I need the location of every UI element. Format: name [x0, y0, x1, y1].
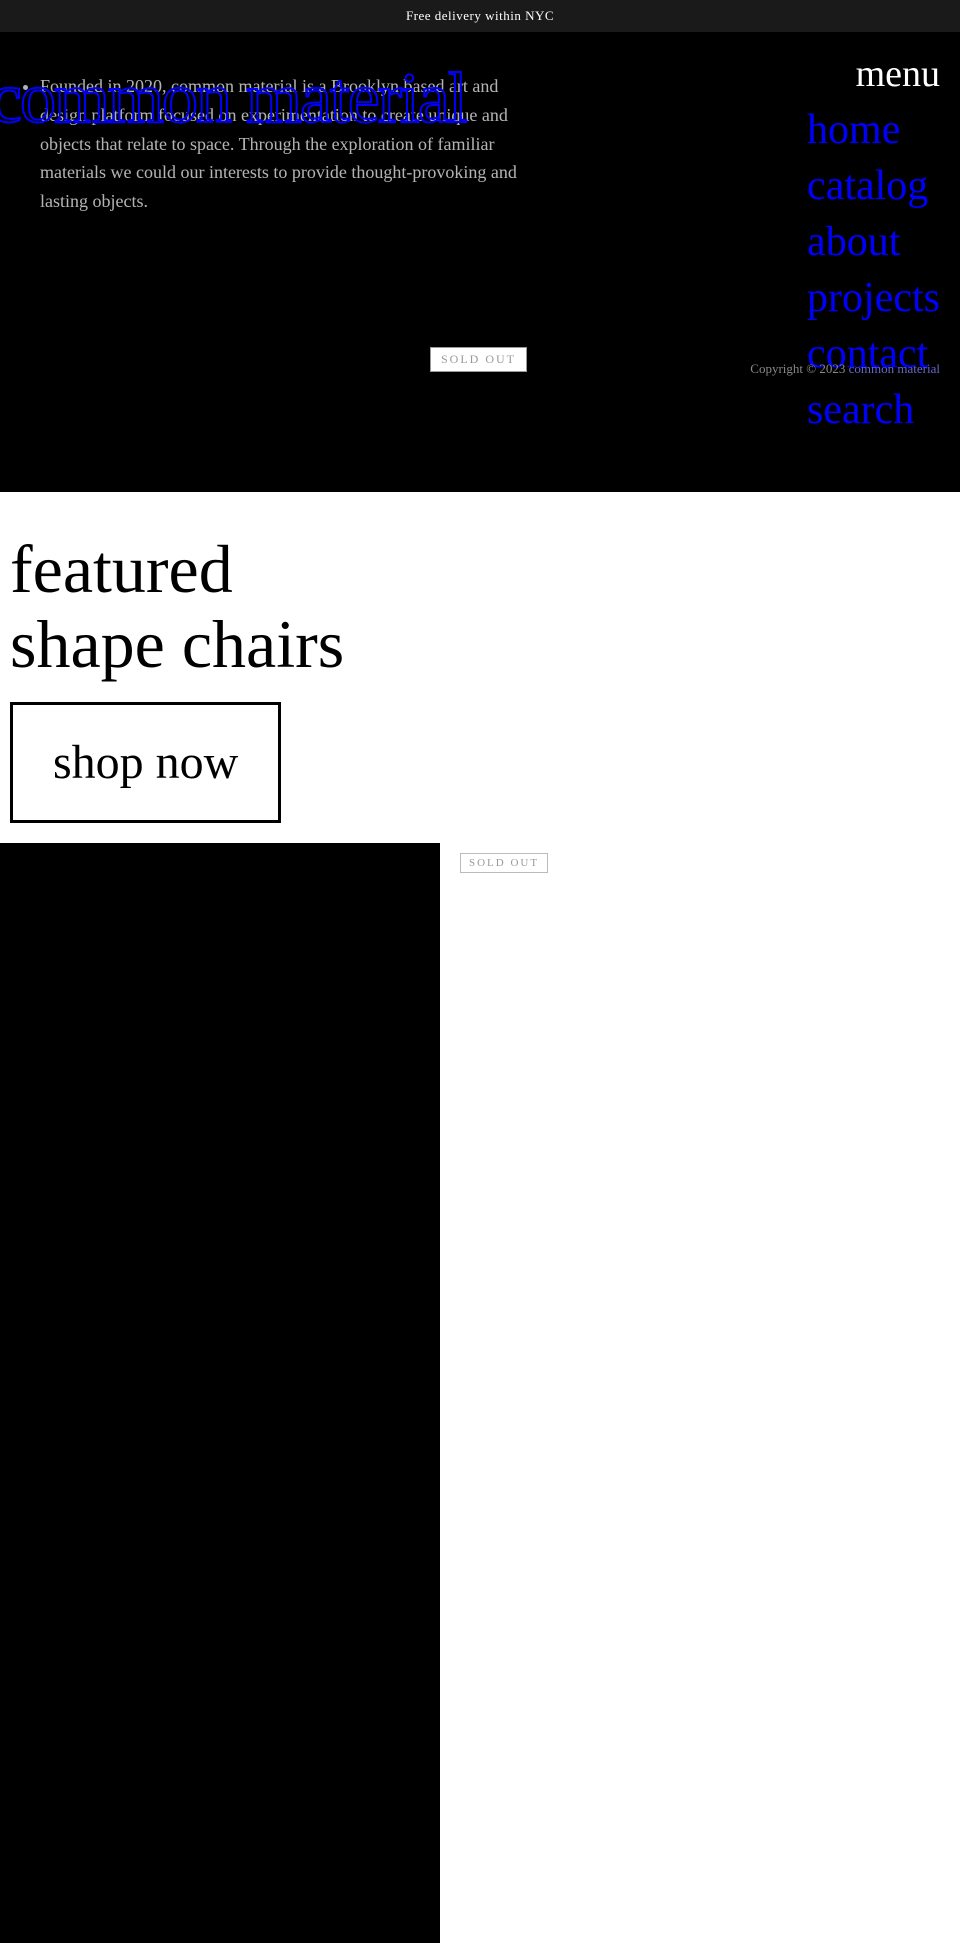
featured-section: featured shape chairs shop now SOLD OUT — [0, 492, 960, 1943]
copyright-text: Copyright © 2023 common material — [750, 361, 940, 377]
menu-label[interactable]: menu — [807, 52, 940, 96]
announcement-text: Free delivery within NYC — [406, 8, 554, 23]
hero-section: common material Founded in 2020, common … — [0, 32, 960, 492]
featured-title: featured shape chairs — [0, 532, 960, 682]
featured-info-right: SOLD OUT — [440, 843, 960, 1943]
shop-now-button[interactable]: shop now — [10, 702, 281, 823]
nav-menu-overlay: menu home catalog about projects contact… — [807, 32, 940, 454]
nav-catalog[interactable]: catalog — [807, 162, 928, 210]
announcement-bar: Free delivery within NYC — [0, 0, 960, 32]
nav-projects[interactable]: projects — [807, 274, 940, 322]
featured-layout: SOLD OUT — [0, 843, 960, 1943]
nav-home[interactable]: home — [807, 106, 900, 154]
hero-sold-out-badge: SOLD OUT — [430, 347, 527, 372]
featured-image-left — [0, 843, 440, 1943]
nav-about[interactable]: about — [807, 218, 900, 266]
site-title: common material — [0, 62, 466, 134]
nav-search[interactable]: search — [807, 386, 914, 434]
product-image — [0, 843, 440, 1943]
copyright-brand-link[interactable]: common material — [849, 361, 940, 376]
featured-sold-out-badge: SOLD OUT — [460, 853, 548, 873]
nav-links: home catalog about projects contact sear… — [807, 106, 940, 434]
